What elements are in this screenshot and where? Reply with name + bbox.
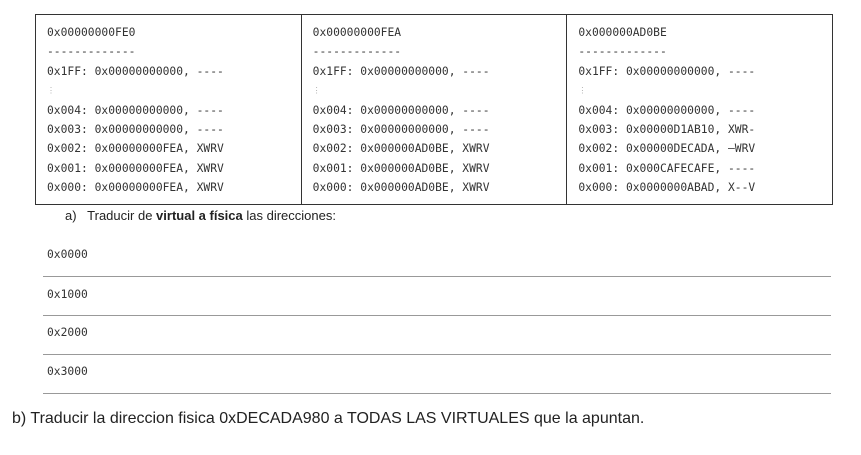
table-separator: ------------- — [47, 45, 136, 59]
table-row: 0x000: 0x0000000ABAD, X--V — [578, 181, 756, 195]
address-label: 0x1000 — [47, 288, 88, 301]
question-a: a) Traducir de virtual a física las dire… — [65, 208, 336, 223]
address-label: 0x3000 — [47, 365, 88, 378]
page-table-2: 0x000000AD0BE ------------- 0x1FF: 0x000… — [567, 15, 832, 204]
question-a-prefix: a) Traducir de — [65, 208, 157, 223]
table-row: 0x004: 0x00000000000, ---- — [578, 103, 756, 117]
table-row: 0x004: 0x00000000000, ---- — [312, 103, 490, 117]
table-row: 0x001: 0x000000AD0BE, XWRV — [312, 161, 490, 175]
table-row: 0x003: 0x00000D1AB10, XWR- — [578, 122, 756, 136]
table-header: 0x00000000FE0 — [47, 26, 136, 39]
table-header: 0x000000AD0BE — [578, 26, 667, 39]
table-row: 0x003: 0x00000000000, ---- — [312, 122, 490, 136]
table-row: 0x000: 0x000000AD0BE, XWRV — [312, 181, 490, 195]
question-a-bold: virtual a física — [156, 208, 243, 223]
table-row: 0x1FF: 0x00000000000, ---- — [47, 64, 224, 78]
page-tables: 0x00000000FE0 ------------- 0x1FF: 0x000… — [35, 14, 833, 205]
ellipsis: ⋮ — [578, 86, 587, 96]
table-header: 0x00000000FEA — [312, 26, 402, 39]
table-row: 0x002: 0x00000000FEA, XWRV — [47, 142, 224, 156]
answer-line — [43, 315, 831, 316]
answer-line — [43, 276, 831, 277]
table-separator: ------------- — [312, 45, 402, 59]
table-row: 0x1FF: 0x00000000000, ---- — [312, 64, 490, 78]
table-row: 0x002: 0x000000AD0BE, XWRV — [312, 142, 490, 156]
table-row: 0x1FF: 0x00000000000, ---- — [578, 64, 756, 78]
table-row: 0x002: 0x00000DECADA, –WRV — [578, 142, 756, 156]
answer-line — [43, 393, 831, 394]
question-a-suffix: las direcciones: — [242, 208, 336, 223]
table-separator: ------------- — [578, 45, 667, 59]
question-b: b) Traducir la direccion fisica 0xDECADA… — [12, 410, 645, 427]
address-label: 0x0000 — [47, 248, 88, 261]
table-row: 0x001: 0x00000000FEA, XWRV — [47, 161, 224, 175]
table-row: 0x004: 0x00000000000, ---- — [47, 103, 224, 117]
table-row: 0x001: 0x000CAFECAFE, ---- — [578, 161, 756, 175]
table-row: 0x003: 0x00000000000, ---- — [47, 122, 224, 136]
page-table-0: 0x00000000FE0 ------------- 0x1FF: 0x000… — [36, 15, 302, 204]
address-label: 0x2000 — [47, 326, 88, 339]
table-row: 0x000: 0x00000000FEA, XWRV — [47, 181, 224, 195]
page-table-1: 0x00000000FEA ------------- 0x1FF: 0x000… — [302, 15, 568, 204]
ellipsis: ⋮ — [47, 86, 55, 96]
ellipsis: ⋮ — [312, 86, 321, 96]
answer-line — [43, 354, 831, 355]
